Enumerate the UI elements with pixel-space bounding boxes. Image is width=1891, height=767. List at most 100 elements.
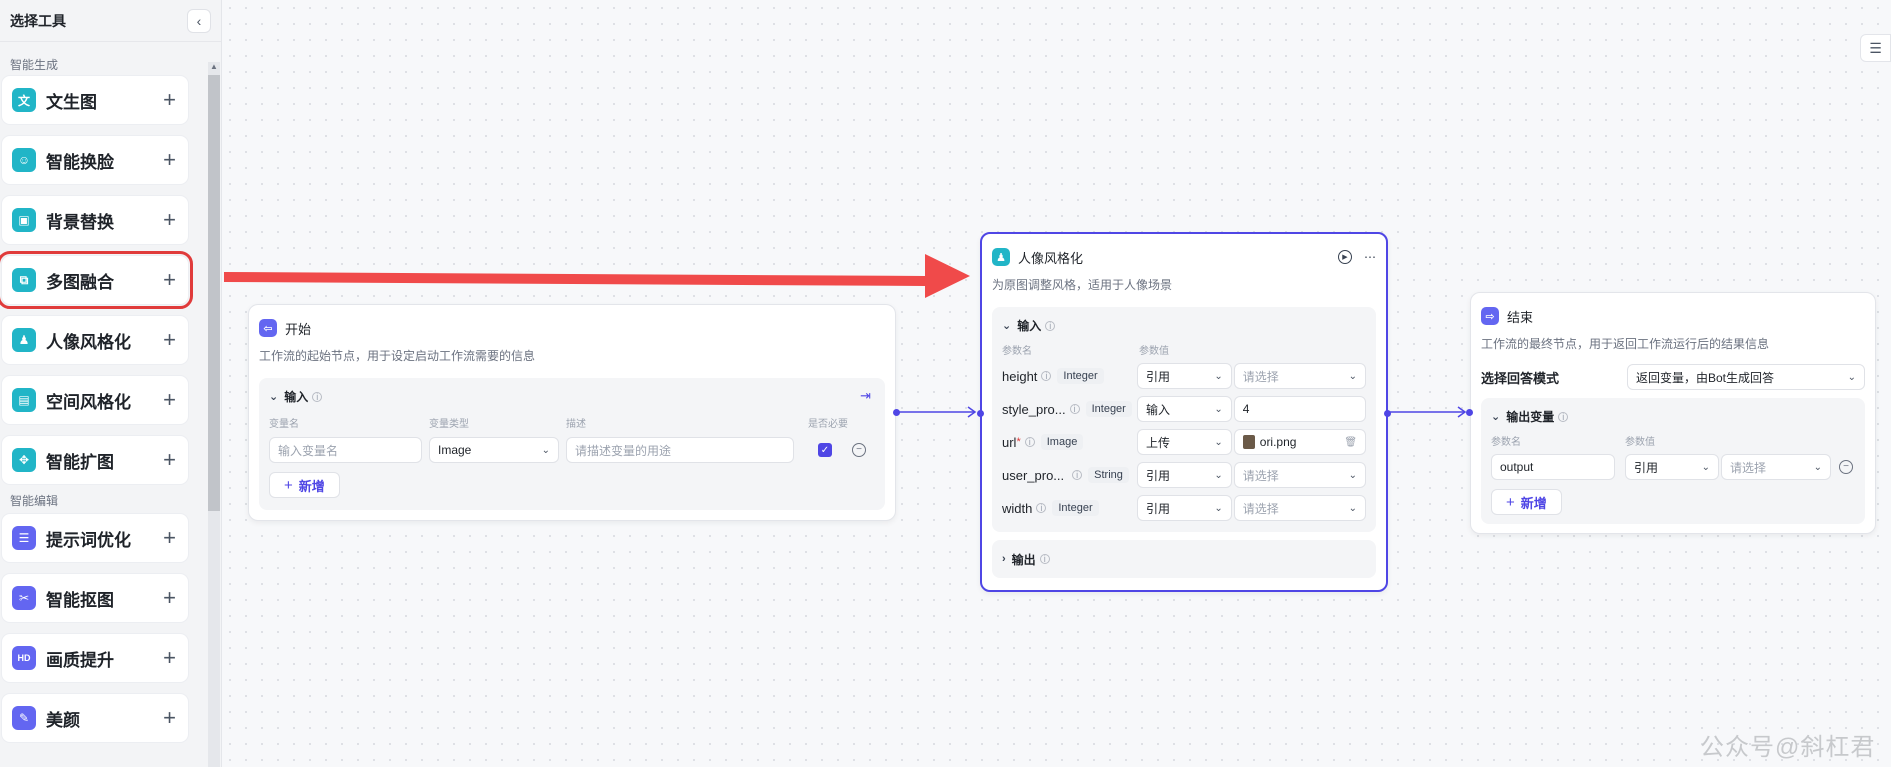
output-port[interactable] bbox=[893, 409, 900, 416]
style-title-wrap: ♟ 人像风格化 bbox=[992, 248, 1083, 267]
add-output-button[interactable]: + 新增 bbox=[1491, 489, 1562, 515]
param-row-user-prompt: user_pro... i String 引用 ⌄ 请选择 ⌄ bbox=[1002, 461, 1367, 489]
value-placeholder: 请选择 bbox=[1242, 369, 1279, 384]
info-icon: i bbox=[1558, 411, 1569, 422]
more-icon[interactable]: ⋯ bbox=[1364, 250, 1376, 264]
mode-value: 引用 bbox=[1145, 501, 1170, 516]
input-port[interactable] bbox=[977, 410, 984, 417]
chevron-down-icon: ⌄ bbox=[1847, 371, 1856, 383]
param-name: height i Integer bbox=[1002, 368, 1137, 384]
param-value-select[interactable]: 请选择 ⌄ bbox=[1233, 495, 1367, 521]
output-mode-select[interactable]: 引用 ⌄ bbox=[1625, 454, 1719, 480]
plus-icon: + bbox=[284, 476, 293, 494]
var-desc-input[interactable]: 请描述变量的用途 bbox=[566, 437, 794, 463]
output-section-header[interactable]: › 输出 i bbox=[1002, 551, 1050, 568]
required-mark: * bbox=[1016, 436, 1021, 448]
param-value-select[interactable]: 请选择 ⌄ bbox=[1233, 363, 1367, 389]
col-param-value: 参数值 bbox=[1625, 437, 1655, 448]
start-variable-row: 输入变量名 Image ⌄ 请描述变量的用途 ✓ − bbox=[269, 436, 875, 464]
panel-toggle-icon[interactable]: ☰ bbox=[1860, 34, 1891, 62]
start-column-headers: 变量名 变量类型 描述 是否必要 bbox=[269, 415, 875, 430]
add-variable-button[interactable]: + 新增 bbox=[269, 472, 340, 498]
param-mode-select[interactable]: 引用 ⌄ bbox=[1136, 462, 1232, 488]
start-node-title: 开始 bbox=[285, 321, 312, 337]
answer-mode-label: 选择回答模式 bbox=[1481, 370, 1560, 386]
portrait-icon: ♟ bbox=[992, 248, 1010, 266]
param-name: style_pro... i Integer bbox=[1002, 401, 1137, 417]
start-add-row: + 新增 bbox=[269, 472, 875, 498]
output-value-select[interactable]: 请选择 ⌄ bbox=[1721, 454, 1831, 480]
start-node[interactable]: ⇦ 开始 工作流的起始节点，用于设定启动工作流需要的信息 ⌄ 输入 i ⇥ 变量… bbox=[248, 304, 900, 521]
chevron-down-icon: ⌄ bbox=[1214, 370, 1223, 382]
chevron-down-icon: ⌄ bbox=[1214, 502, 1223, 514]
param-row-style-prompt: style_pro... i Integer 输入 ⌄ 4 bbox=[1002, 395, 1367, 423]
param-mode-select[interactable]: 引用 ⌄ bbox=[1136, 363, 1232, 389]
mode-value: 引用 bbox=[1145, 369, 1170, 384]
chevron-right-icon: › bbox=[1002, 553, 1006, 565]
output-port[interactable] bbox=[1384, 410, 1391, 417]
input-section-header[interactable]: ⌄ 输入 i bbox=[1002, 317, 1366, 334]
end-node-description: 工作流的最终节点，用于返回工作流运行后的结果信息 bbox=[1481, 337, 1770, 351]
mode-value: 输入 bbox=[1145, 402, 1170, 417]
type-tag: Integer bbox=[1057, 368, 1104, 384]
mode-value: 上传 bbox=[1145, 435, 1170, 450]
var-type-value: Image bbox=[438, 443, 472, 457]
var-type-select[interactable]: Image ⌄ bbox=[429, 437, 559, 463]
chevron-down-icon: ⌄ bbox=[1214, 403, 1223, 415]
required-checkbox[interactable]: ✓ bbox=[818, 443, 832, 457]
param-value-input[interactable]: 4 bbox=[1233, 396, 1367, 422]
input-section-header[interactable]: ⌄ 输入 i bbox=[269, 388, 875, 405]
param-label: url bbox=[1002, 434, 1017, 450]
param-mode-select[interactable]: 引用 ⌄ bbox=[1136, 495, 1232, 521]
end-node-title: 结束 bbox=[1507, 309, 1534, 325]
watermark: 公众号@斜杠君 bbox=[1700, 734, 1876, 761]
param-value-select[interactable]: 请选择 ⌄ bbox=[1233, 462, 1367, 488]
import-icon[interactable]: ⇥ bbox=[860, 388, 871, 404]
answer-mode-select[interactable]: 返回变量，由Bot生成回答 ⌄ bbox=[1627, 364, 1865, 390]
param-mode-select[interactable]: 上传 ⌄ bbox=[1136, 429, 1232, 455]
param-name: user_pro... i String bbox=[1002, 467, 1137, 483]
var-name-input[interactable]: 输入变量名 bbox=[269, 437, 422, 463]
col-param-value: 参数值 bbox=[1139, 346, 1169, 357]
output-variable-header[interactable]: ⌄ 输出变量 i bbox=[1491, 408, 1855, 425]
end-node[interactable]: ⇨ 结束 工作流的最终节点，用于返回工作流运行后的结果信息 选择回答模式 返回变… bbox=[1466, 292, 1876, 534]
start-input-section: ⌄ 输入 i ⇥ 变量名 变量类型 描述 是否必要 输入变量名 Image ⌄ … bbox=[259, 378, 885, 510]
chevron-down-icon: ⌄ bbox=[269, 391, 279, 403]
delete-icon[interactable]: 🗑 bbox=[1344, 437, 1357, 448]
chevron-down-icon: ⌄ bbox=[1214, 469, 1223, 481]
col-var-name: 变量名 bbox=[269, 419, 299, 430]
info-icon: i bbox=[1072, 470, 1083, 480]
style-output-section[interactable]: › 输出 i bbox=[992, 540, 1376, 578]
col-required: 是否必要 bbox=[808, 419, 848, 430]
output-name-input[interactable]: output bbox=[1491, 454, 1615, 480]
section-label: 输出变量 bbox=[1506, 410, 1555, 424]
info-icon: i bbox=[1024, 437, 1035, 447]
add-label: 新增 bbox=[1520, 495, 1547, 511]
end-output-section: ⌄ 输出变量 i 参数名 参数值 output 引用 ⌄ 请选择 ⌄ − + 新增 bbox=[1481, 398, 1865, 524]
info-icon: i bbox=[1069, 404, 1080, 414]
chevron-down-icon: ⌄ bbox=[1214, 436, 1223, 448]
answer-mode-row: 选择回答模式 返回变量，由Bot生成回答 ⌄ bbox=[1481, 364, 1865, 390]
run-icon[interactable]: ▶ bbox=[1338, 250, 1352, 264]
file-info: ori.png bbox=[1242, 435, 1296, 449]
style-input-section: ⌄ 输入 i 参数名 参数值 height i Integer 引用 ⌄ 请选择 ⌄ s… bbox=[992, 307, 1376, 532]
info-icon: i bbox=[1045, 320, 1056, 331]
type-tag: Integer bbox=[1052, 500, 1099, 516]
info-icon: i bbox=[1039, 554, 1050, 564]
uploaded-file-field[interactable]: ori.png 🗑 bbox=[1233, 429, 1367, 455]
type-tag: Image bbox=[1040, 434, 1084, 450]
remove-icon[interactable]: − bbox=[1839, 460, 1853, 474]
portrait-style-node[interactable]: ♟ 人像风格化 ▶ ⋯ 为原图调整风格，适用于人像场景 ⌄ 输入 i 参数名 参… bbox=[977, 232, 1391, 592]
param-mode-select[interactable]: 输入 ⌄ bbox=[1136, 396, 1232, 422]
param-row-width: width i Integer 引用 ⌄ 请选择 ⌄ bbox=[1002, 494, 1367, 522]
input-port[interactable] bbox=[1466, 409, 1473, 416]
type-tag: Integer bbox=[1085, 401, 1132, 417]
param-name: url * i Image bbox=[1002, 434, 1137, 450]
remove-icon[interactable]: − bbox=[852, 443, 866, 457]
col-description: 描述 bbox=[566, 419, 586, 430]
style-node-header: ♟ 人像风格化 ▶ ⋯ bbox=[992, 246, 1376, 268]
section-label: 输入 bbox=[1017, 319, 1042, 333]
style-node-title: 人像风格化 bbox=[1018, 250, 1084, 266]
value-placeholder: 请选择 bbox=[1730, 460, 1767, 475]
answer-mode-value: 返回变量，由Bot生成回答 bbox=[1636, 370, 1775, 385]
